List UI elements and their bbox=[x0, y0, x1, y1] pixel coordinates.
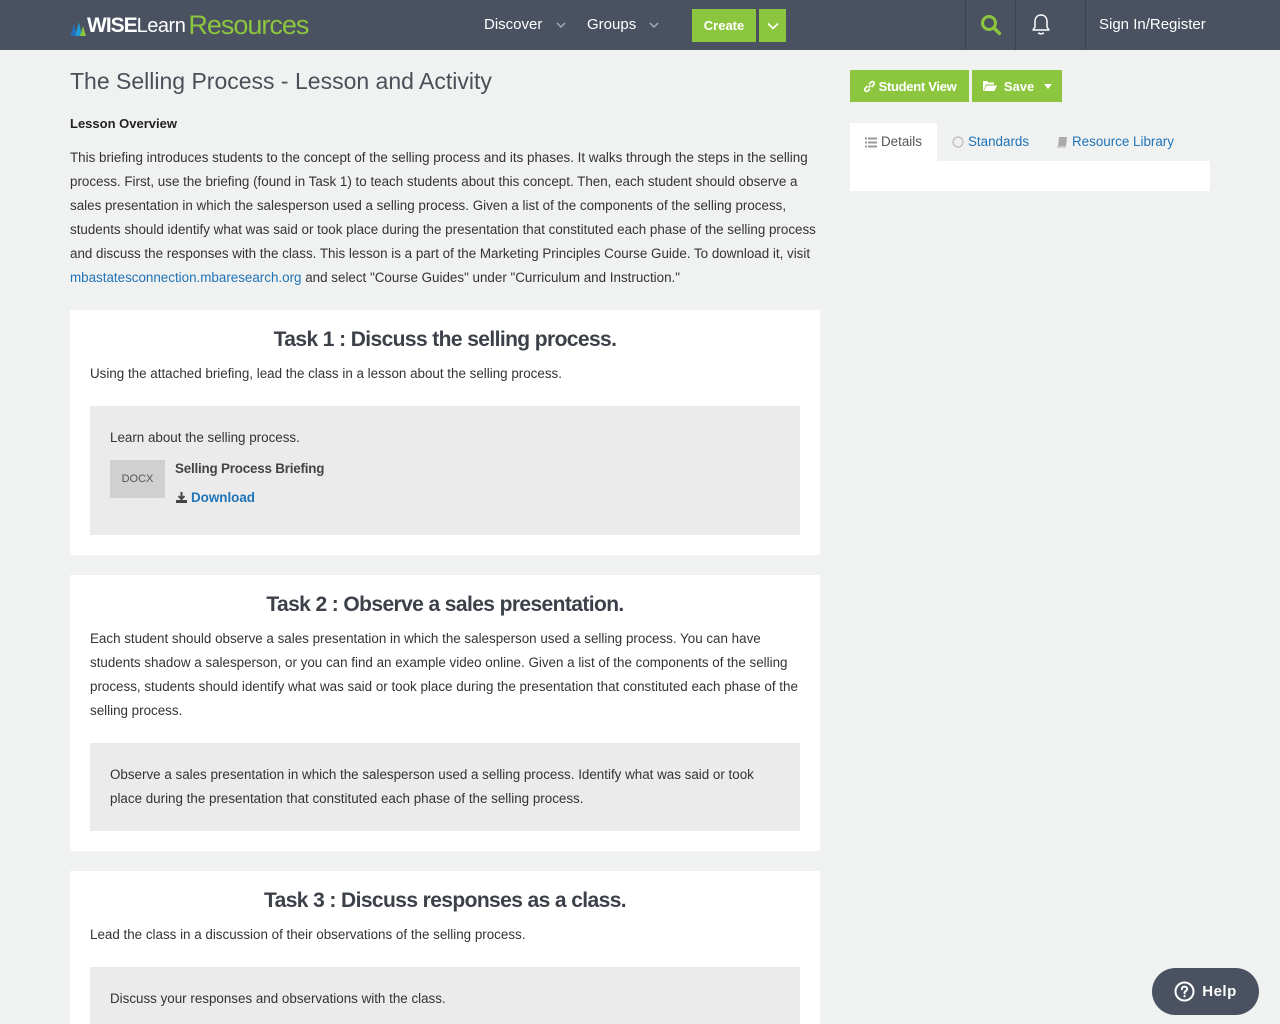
logo[interactable]: WISE Learn Resources bbox=[70, 10, 309, 40]
overview-paragraph: This briefing introduces students to the… bbox=[70, 150, 816, 261]
create-dropdown-button[interactable] bbox=[759, 9, 786, 42]
chevron-down-icon bbox=[766, 22, 779, 30]
folder-open-icon bbox=[982, 81, 997, 91]
overview-tail: and select "Course Guides" under "Curric… bbox=[305, 270, 681, 285]
help-button[interactable]: Help bbox=[1152, 968, 1259, 1015]
task-card-1: Task 1 : Discuss the selling process. Us… bbox=[70, 310, 820, 555]
download-label: Download bbox=[191, 489, 255, 505]
task-title: Task 1 : Discuss the selling process. bbox=[273, 328, 617, 351]
task-title: Task 3 : Discuss responses as a class. bbox=[263, 889, 627, 912]
logo-text-wise: WISE bbox=[87, 14, 138, 37]
tab-details-label: Details bbox=[881, 134, 922, 149]
task-card-2: Task 2 : Observe a sales presentation. E… bbox=[70, 575, 820, 851]
lesson-overview-text: This briefing introduces students to the… bbox=[70, 146, 820, 290]
link-icon bbox=[863, 80, 875, 92]
save-label: Save bbox=[1003, 78, 1035, 94]
nav-divider bbox=[1085, 0, 1086, 50]
details-panel bbox=[850, 161, 1210, 191]
attachment-name: Selling Process Briefing bbox=[175, 461, 325, 476]
bell-icon bbox=[1032, 14, 1050, 35]
task-instruction-box: Learn about the selling process. DOCX Se… bbox=[90, 406, 800, 535]
nav-discover[interactable]: Discover bbox=[484, 0, 566, 50]
top-navbar: WISE Learn Resources Discover Groups Cre… bbox=[0, 0, 1280, 50]
download-icon bbox=[176, 491, 187, 503]
course-guide-link[interactable]: mbastatesconnection.mbaresearch.org bbox=[70, 270, 302, 285]
save-button[interactable]: Save bbox=[972, 70, 1062, 102]
create-button[interactable]: Create bbox=[692, 9, 756, 42]
task-instruction: Discuss your responses and observations … bbox=[110, 991, 446, 1006]
list-icon bbox=[865, 137, 877, 147]
tab-resource-library[interactable]: Resource Library bbox=[1057, 123, 1174, 161]
chevron-down-icon bbox=[556, 22, 566, 29]
chevron-down-icon bbox=[649, 22, 659, 29]
task-instruction-box: Observe a sales presentation in which th… bbox=[90, 743, 800, 831]
nav-groups-label: Groups bbox=[587, 16, 637, 33]
book-icon bbox=[1057, 137, 1067, 148]
task-instruction-box: Discuss your responses and observations … bbox=[90, 967, 800, 1024]
help-label: Help bbox=[1202, 983, 1237, 1000]
nav-discover-label: Discover bbox=[484, 16, 543, 33]
search-button[interactable] bbox=[966, 0, 1016, 50]
tab-standards[interactable]: Standards bbox=[952, 123, 1029, 161]
question-circle-icon bbox=[1174, 981, 1195, 1002]
search-icon bbox=[981, 15, 1002, 36]
task-title: Task 2 : Observe a sales presentation. bbox=[266, 593, 624, 616]
tab-resource-library-label: Resource Library bbox=[1072, 134, 1174, 149]
circle-icon bbox=[952, 136, 964, 148]
tab-standards-label: Standards bbox=[968, 134, 1030, 149]
task-instruction: Learn about the selling process. bbox=[110, 430, 300, 445]
notifications-button[interactable] bbox=[1016, 0, 1066, 50]
student-view-button[interactable]: Student View bbox=[850, 70, 969, 102]
task-card-3: Task 3 : Discuss responses as a class. L… bbox=[70, 871, 820, 1024]
logo-mark-icon bbox=[70, 22, 86, 36]
signin-register-link[interactable]: Sign In/Register bbox=[1099, 0, 1206, 50]
lesson-overview-heading: Lesson Overview bbox=[70, 116, 177, 131]
page-title: The Selling Process - Lesson and Activit… bbox=[70, 68, 492, 94]
logo-text-learn: Learn bbox=[136, 15, 186, 37]
task-description: Using the attached briefing, lead the cl… bbox=[90, 366, 562, 381]
download-link[interactable]: Download bbox=[175, 488, 255, 506]
task-description: Lead the class in a discussion of their … bbox=[90, 927, 526, 942]
nav-groups[interactable]: Groups bbox=[587, 0, 659, 50]
task-instruction: Observe a sales presentation in which th… bbox=[110, 767, 754, 806]
logo-text-resources: Resources bbox=[188, 10, 309, 40]
tab-details[interactable]: Details bbox=[850, 123, 937, 161]
student-view-label: Student View bbox=[878, 78, 957, 94]
task-description: Each student should observe a sales pres… bbox=[90, 631, 798, 718]
caret-down-icon bbox=[1044, 83, 1053, 89]
docx-file-badge: DOCX bbox=[110, 460, 165, 498]
